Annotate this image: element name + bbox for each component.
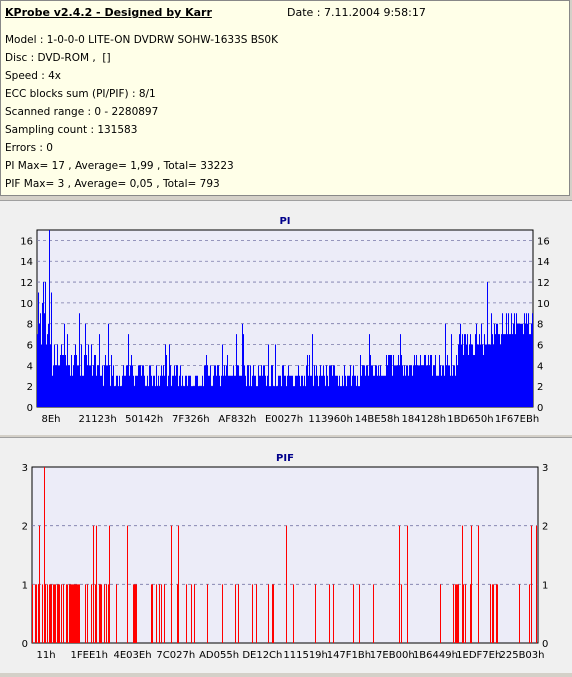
x-tick-label: 1EDF7Eh [456,650,501,661]
x-tick-label: E0027h [265,414,303,425]
y-tick-label-right: 6 [537,341,543,352]
x-tick-label: DE12Ch [242,650,282,661]
y-tick-label-right: 4 [537,361,543,372]
info-panel: KProbe v2.4.2 - Designed by Karr Date : … [0,0,570,196]
x-tick-label: 1B6449h [413,650,458,661]
app-title: KProbe v2.4.2 - Designed by Karr [5,6,212,19]
ecc-line: ECC blocks sum (PI/PIF) : 8/1 [5,88,156,100]
y-tick-label-left: 0 [22,639,28,650]
x-tick-label: AD055h [199,650,239,661]
x-tick-label: 111519h [283,650,328,661]
chart-title: PIF [276,453,294,464]
y-tick-label-left: 6 [27,341,33,352]
y-tick-label-right: 14 [537,257,550,268]
x-tick-label: 8Eh [41,414,60,425]
y-tick-label-right: 0 [537,403,543,414]
x-tick-label: AF832h [218,414,256,425]
y-tick-label-left: 0 [27,403,33,414]
y-tick-label-left: 1 [22,580,28,591]
y-tick-label-right: 2 [537,382,543,393]
y-tick-label-right: 2 [542,522,548,533]
x-tick-label: 184128h [402,414,447,425]
x-tick-label: 7F326h [172,414,210,425]
pi-chart-panel: PI 0 0 2 2 4 4 6 6 8 8 10 10 12 12 14 14 16 16 8Eh 21123h 501… [0,200,572,435]
pif-stats-line: PIF Max= 3 , Average= 0,05 , Total= 793 [5,178,220,190]
y-tick-label-left: 2 [22,522,28,533]
errors-line: Errors : 0 [5,142,53,154]
speed-line: Speed : 4x [5,70,62,82]
y-tick-label-right: 12 [537,278,550,289]
y-tick-label-left: 14 [20,257,33,268]
x-tick-label: 7C027h [156,650,195,661]
x-tick-label: 1BD650h [447,414,493,425]
sampling-line: Sampling count : 131583 [5,124,138,136]
y-tick-label-left: 16 [20,236,33,247]
x-tick-label: 17EB00h [370,650,415,661]
x-tick-label: 147F1Bh [327,650,371,661]
pif-chart-panel: PIF 0 0 1 1 2 2 3 3 11h 1FEE1h 4E03Eh 7C027h AD055h DE… [0,437,572,673]
scan-date: Date : 7.11.2004 9:58:17 [287,6,426,19]
y-tick-label-right: 8 [537,320,543,331]
y-tick-label-left: 3 [22,463,28,474]
x-tick-label: 50142h [125,414,163,425]
y-tick-label-right: 16 [537,236,550,247]
disc-line: Disc : DVD-ROM , [] [5,52,111,64]
y-tick-label-right: 3 [542,463,548,474]
x-tick-label: 11h [36,650,55,661]
y-tick-label-left: 8 [27,320,33,331]
x-tick-label: 14BE58h [355,414,400,425]
y-tick-label-right: 10 [537,299,550,310]
range-line: Scanned range : 0 - 2280897 [5,106,159,118]
y-tick-label-left: 10 [20,299,33,310]
y-tick-label-right: 0 [542,639,548,650]
x-tick-label: 113960h [308,414,353,425]
x-tick-label: 225B03h [499,650,544,661]
pif-chart: PIF 0 0 1 1 2 2 3 3 11h 1FEE1h 4E03Eh 7C027h AD055h DE… [22,453,549,661]
y-tick-label-right: 1 [542,580,548,591]
pi-stats-line: PI Max= 17 , Average= 1,99 , Total= 3322… [5,160,234,172]
y-tick-label-left: 2 [27,382,33,393]
model-line: Model : 1-0-0-0 LITE-ON DVDRW SOHW-1633S… [5,34,278,46]
chart-title: PI [279,216,290,227]
y-tick-label-left: 12 [20,278,33,289]
x-tick-label: 1FEE1h [71,650,108,661]
y-tick-label-left: 4 [27,361,33,372]
x-tick-label: 4E03Eh [114,650,152,661]
pi-chart: PI 0 0 2 2 4 4 6 6 8 8 10 10 12 12 14 14 16 16 8Eh 21123h 501… [20,216,550,425]
x-tick-label: 1F67EBh [495,414,539,425]
x-tick-label: 21123h [79,414,117,425]
